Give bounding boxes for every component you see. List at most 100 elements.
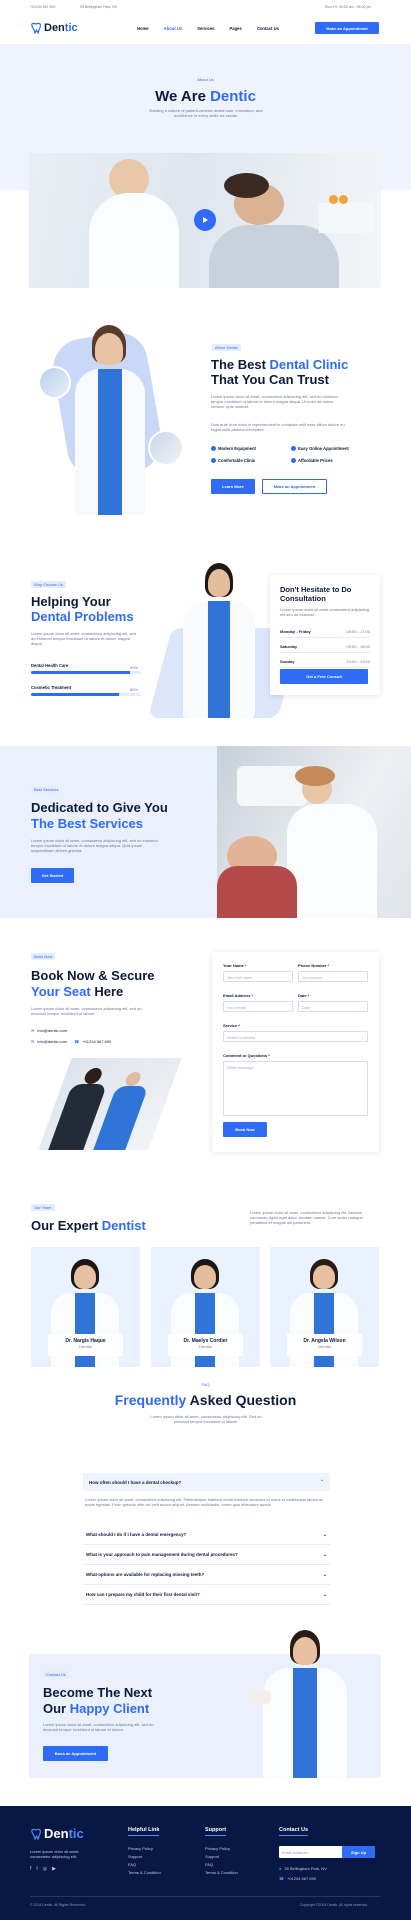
- booking-title: Book Now & Secure Your Seat Here: [31, 968, 155, 999]
- footer-divider: [30, 1896, 380, 1897]
- feature-item: Comfortable Clinic: [211, 458, 291, 463]
- nav-home[interactable]: Home: [137, 26, 149, 31]
- feature-item: Modern Equipment: [211, 446, 291, 451]
- footer-link[interactable]: Terms & Condition: [128, 1869, 161, 1877]
- faq-subtitle: Lorem ipsum dolor sit amet, consectetur …: [150, 1414, 262, 1424]
- youtube-icon[interactable]: ▶: [52, 1866, 56, 1872]
- footer-link[interactable]: Privacy Policy: [205, 1845, 238, 1853]
- facebook-icon[interactable]: f: [30, 1866, 31, 1872]
- chevron-up-icon: ⌃: [320, 1479, 324, 1484]
- cta-text: Lorem ipsum dolor sit amet, consectetur …: [43, 1722, 154, 1732]
- service-select[interactable]: Select a service ⌄: [223, 1031, 368, 1042]
- nav-about[interactable]: About Us: [164, 26, 183, 31]
- faq-item[interactable]: What should I do if I have a dental emer…: [83, 1525, 330, 1545]
- hero-subtitle: Building a culture of patient-centred de…: [149, 108, 263, 118]
- footer-links: Privacy Policy Support FAQ Terms & Condi…: [128, 1845, 161, 1877]
- feature-item: Easy Online Appointment: [291, 446, 371, 451]
- about-dentist-photo: [70, 325, 150, 515]
- nav-appointment-button[interactable]: Make an Appointment: [315, 22, 379, 34]
- instagram-icon[interactable]: ◎: [43, 1866, 47, 1872]
- footer-link[interactable]: Privacy Policy: [128, 1845, 161, 1853]
- services-title: Dedicated to Give You The Best Services: [31, 800, 168, 831]
- name-input[interactable]: Your full name: [223, 971, 293, 982]
- booking-phone-email[interactable]: ✉ info@dentic.com ☎ +01234 567 890: [31, 1039, 111, 1044]
- nav-services[interactable]: Services: [197, 26, 214, 31]
- phone-icon: ☎: [74, 1039, 80, 1044]
- team-tag: Our Team: [31, 1204, 55, 1211]
- booking-tag: Book Now: [31, 953, 56, 960]
- booking-text: Lorem ipsum dolor sit amet, consectetur …: [31, 1006, 142, 1016]
- email-input[interactable]: Your email: [223, 1001, 293, 1012]
- chevron-down-icon: ⌄: [323, 1591, 327, 1597]
- services-tag: Best Services: [31, 786, 62, 793]
- faq-answer: Lorem ipsum dolor sit amet, consectetur …: [85, 1497, 324, 1507]
- footer-link[interactable]: FAQ: [128, 1861, 161, 1869]
- cta-tag: Contact Us: [43, 1671, 69, 1678]
- skill-bar-2: [31, 693, 141, 696]
- footer-col-title: Support: [205, 1827, 227, 1836]
- problems-text: Lorem ipsum dolor sit amet, consectetur …: [31, 631, 136, 646]
- about-title: The Best Dental Clinic That You Can Trust: [211, 357, 349, 387]
- chevron-down-icon: ⌄: [323, 1531, 327, 1537]
- learn-more-button[interactable]: Learn More: [211, 479, 255, 494]
- topbar-address: 35 Bellingham Park, NV: [80, 5, 118, 9]
- about-appointment-button[interactable]: Make an Appointment: [262, 479, 327, 494]
- comment-textarea[interactable]: Write message: [223, 1061, 368, 1116]
- faq-item[interactable]: What options are available for replacing…: [83, 1565, 330, 1585]
- booking-photo: [38, 1058, 182, 1150]
- footer-phone: ☎ +01234 567 890: [279, 1876, 317, 1881]
- chevron-down-icon: ⌄: [323, 1571, 327, 1577]
- chevron-down-icon: ⌄: [323, 1551, 327, 1557]
- faq-item[interactable]: What is your approach to pain management…: [83, 1545, 330, 1565]
- faq-item[interactable]: How can I prepare my child for their fir…: [83, 1585, 330, 1605]
- mail-icon: ✉: [31, 1028, 35, 1033]
- twitter-icon[interactable]: t: [36, 1866, 37, 1872]
- mail-icon: ✉: [31, 1039, 35, 1044]
- get-started-button[interactable]: Get Started: [31, 868, 74, 883]
- social-links: f t ◎ ▶: [30, 1866, 56, 1872]
- sign-up-button[interactable]: Sign Up: [342, 1846, 375, 1858]
- name-label: Your Name *: [223, 963, 247, 968]
- date-input[interactable]: Date: [298, 1001, 368, 1012]
- breadcrumb: About Us: [197, 77, 214, 82]
- about-thumb-2: [148, 430, 184, 466]
- check-icon: [211, 458, 216, 463]
- footer-col-title: Contact Us: [279, 1827, 309, 1836]
- brand-suffix: tic: [64, 22, 78, 34]
- footer-copyright-right: Copyright ©2024 Dentic. All rights reser…: [300, 1903, 368, 1907]
- brand-logo[interactable]: Dentic: [30, 22, 78, 34]
- footer-logo[interactable]: Dentic: [30, 1826, 84, 1841]
- faq-tag: FAQ: [201, 1382, 210, 1387]
- about-thumb-1: [38, 366, 71, 399]
- problems-dentist-photo: [175, 563, 265, 718]
- footer-link[interactable]: Support: [128, 1853, 161, 1861]
- footer-about: Lorem ipsum dolor sit amet, consectetur …: [30, 1849, 80, 1859]
- skill-label-1: Dental Health Care: [31, 663, 69, 668]
- skill-label-2: Cosmetic Treatment: [31, 685, 72, 690]
- about-features: Modern Equipment Easy Online Appointment…: [211, 446, 371, 463]
- footer-address: ● 35 Bellingham Park, NV: [279, 1866, 327, 1871]
- play-button[interactable]: [194, 209, 216, 231]
- chevron-down-icon: ⌄: [360, 1035, 364, 1040]
- services-photo: [217, 746, 411, 918]
- cta-title: Become The Next Our Happy Client: [43, 1685, 153, 1716]
- hours-row: Saturday 09:00 - 15:00: [280, 638, 370, 653]
- email-label: Email Address *: [223, 993, 254, 998]
- nav-contact[interactable]: Contact Us: [257, 26, 279, 31]
- free-consult-button[interactable]: Get a Free Consult: [280, 669, 368, 684]
- check-icon: [291, 458, 296, 463]
- faq-list: What should I do if I have a dental emer…: [83, 1525, 330, 1605]
- consultation-title: Don't Hesitate to Do Consultation: [280, 585, 352, 603]
- footer-link[interactable]: Terms & Condition: [205, 1869, 238, 1877]
- booking-email[interactable]: ✉ info@dentic.com: [31, 1028, 67, 1033]
- nav-pages[interactable]: Pages: [229, 26, 241, 31]
- page-title: We Are Dentic: [155, 88, 256, 105]
- cta-appointment-button[interactable]: Book an Appointment: [43, 1746, 108, 1761]
- phone-input[interactable]: Your phone: [298, 971, 368, 982]
- service-label: Service *: [223, 1023, 240, 1028]
- play-icon: [203, 217, 208, 223]
- footer-link[interactable]: FAQ: [205, 1861, 238, 1869]
- faq-item-open[interactable]: How often should I have a dental checkup…: [83, 1473, 330, 1491]
- book-now-button[interactable]: Book Now: [223, 1122, 267, 1137]
- footer-link[interactable]: Support: [205, 1853, 238, 1861]
